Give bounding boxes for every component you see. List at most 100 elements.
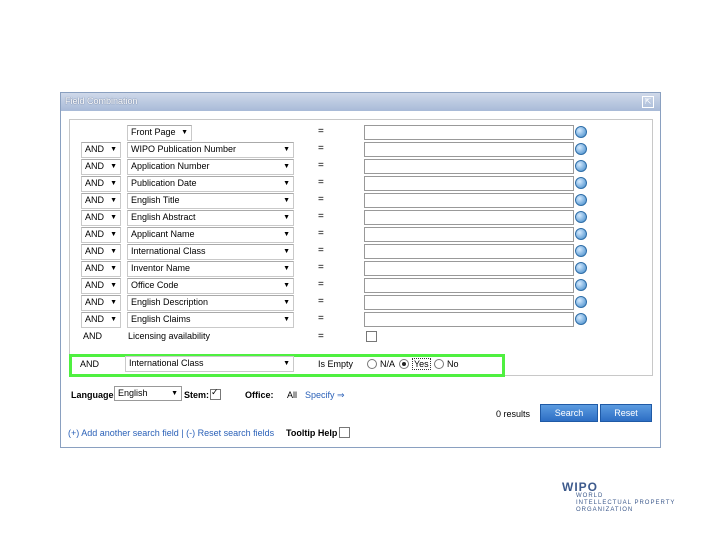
field-select[interactable]: WIPO Publication Number ▼ (127, 142, 294, 158)
help-icon[interactable] (575, 177, 587, 189)
operator-select[interactable]: AND ▼ (81, 261, 121, 277)
language-label: Language (71, 390, 114, 400)
help-icon[interactable] (575, 228, 587, 240)
external-window-icon[interactable]: ⇱ (642, 96, 654, 108)
value-input[interactable] (364, 244, 574, 259)
equals-sign: = (318, 313, 324, 324)
field-select[interactable]: English Abstract ▼ (127, 210, 294, 226)
value-input[interactable] (364, 193, 574, 208)
help-icon[interactable] (575, 313, 587, 325)
help-icon[interactable] (575, 245, 587, 257)
value-input[interactable] (364, 295, 574, 310)
field-select[interactable]: English Title ▼ (127, 193, 294, 209)
stem-checkbox[interactable]: ✓ (210, 387, 221, 400)
help-icon[interactable] (575, 279, 587, 291)
search-button[interactable]: Search (540, 404, 598, 422)
operator-select[interactable]: AND ▼ (81, 142, 121, 158)
field-row: AND ▼ Office Code ▼ = (70, 278, 652, 294)
value-input[interactable] (364, 176, 574, 191)
field-row: AND ▼ Application Number ▼ = (70, 159, 652, 175)
office-value: All (287, 390, 298, 400)
chevron-down-icon: ▼ (283, 146, 290, 153)
chevron-down-icon: ▼ (110, 316, 117, 323)
chevron-down-icon: ▼ (110, 163, 117, 170)
equals-sign: = (318, 194, 324, 205)
stem-label: Stem: (184, 390, 210, 400)
operator-select[interactable]: AND ▼ (81, 176, 121, 192)
highlight-operator: AND (80, 359, 100, 369)
operator-select[interactable]: AND ▼ (81, 159, 121, 175)
chevron-down-icon: ▼ (110, 197, 117, 204)
operator-select[interactable]: AND ▼ (81, 227, 121, 243)
field-select[interactable]: English Claims ▼ (127, 312, 294, 328)
help-icon[interactable] (575, 211, 587, 223)
equals-sign: = (318, 160, 324, 171)
radio-na[interactable] (367, 359, 377, 369)
field-row: AND ▼ WIPO Publication Number ▼ = (70, 142, 652, 158)
field-row: AND ▼ Publication Date ▼ = (70, 176, 652, 192)
language-select[interactable]: English ▼ (114, 386, 182, 401)
operator-select[interactable]: AND ▼ (81, 193, 121, 209)
field-select[interactable]: Application Number ▼ (127, 159, 294, 175)
radio-yes[interactable] (399, 359, 409, 369)
help-icon[interactable] (575, 194, 587, 206)
chevron-down-icon: ▼ (110, 248, 117, 255)
field-select[interactable]: English Description ▼ (127, 295, 294, 311)
wipo-logo-line3: ORGANIZATION (576, 507, 634, 513)
add-reset-fields-links[interactable]: (+) Add another search field | (-) Reset… (68, 428, 274, 438)
tooltip-help-checkbox[interactable] (339, 427, 350, 438)
office-specify-link[interactable]: Specify ⇒ (305, 390, 345, 401)
equals-sign: = (318, 177, 324, 188)
operator-select[interactable]: AND ▼ (81, 244, 121, 260)
value-input[interactable] (364, 142, 574, 157)
results-count: 0 results (496, 409, 531, 419)
value-input[interactable] (364, 210, 574, 225)
licensing-label: Licensing availability (128, 331, 211, 341)
is-empty-label: Is Empty (318, 359, 354, 369)
field-row: AND ▼ English Claims ▼ = (70, 312, 652, 328)
field-select[interactable]: Office Code ▼ (127, 278, 294, 294)
field-row: AND ▼ Applicant Name ▼ = (70, 227, 652, 243)
front-page-value-input[interactable] (364, 125, 574, 140)
radio-no[interactable] (434, 359, 444, 369)
radio-na-label: N/A (380, 359, 396, 369)
equals-sign: = (318, 331, 324, 342)
field-select[interactable]: Inventor Name ▼ (127, 261, 294, 277)
field-select[interactable]: Applicant Name ▼ (127, 227, 294, 243)
front-page-row: Front Page ▼ = (70, 125, 652, 141)
chevron-down-icon: ▼ (283, 214, 290, 221)
operator-select[interactable]: AND ▼ (81, 210, 121, 226)
field-row: AND ▼ Inventor Name ▼ = (70, 261, 652, 277)
licensing-operator: AND (83, 331, 103, 341)
help-icon[interactable] (575, 296, 587, 308)
field-select[interactable]: International Class ▼ (127, 244, 294, 260)
chevron-down-icon: ▼ (181, 129, 188, 136)
field-row: AND ▼ English Description ▼ = (70, 295, 652, 311)
help-icon[interactable] (575, 262, 587, 274)
tooltip-help-label: Tooltip Help (286, 428, 338, 438)
operator-select[interactable]: AND ▼ (81, 278, 121, 294)
panel-title: Field Combination (65, 96, 138, 106)
help-icon[interactable] (575, 143, 587, 155)
value-input[interactable] (364, 227, 574, 242)
chevron-down-icon: ▼ (283, 299, 290, 306)
chevron-down-icon: ▼ (283, 360, 290, 367)
licensing-row: AND Licensing availability = (70, 330, 652, 346)
wipo-logo-line2: INTELLECTUAL PROPERTY (576, 500, 676, 506)
value-input[interactable] (364, 278, 574, 293)
field-select[interactable]: Publication Date ▼ (127, 176, 294, 192)
operator-select[interactable]: AND ▼ (81, 295, 121, 311)
equals-sign: = (318, 126, 324, 137)
licensing-checkbox[interactable] (366, 331, 377, 342)
value-input[interactable] (364, 159, 574, 174)
front-page-select[interactable]: Front Page ▼ (127, 125, 192, 141)
help-icon[interactable] (575, 126, 587, 138)
help-icon[interactable] (575, 160, 587, 172)
value-input[interactable] (364, 261, 574, 276)
highlight-field-select[interactable]: International Class ▼ (125, 356, 294, 372)
reset-button[interactable]: Reset (600, 404, 652, 422)
operator-select[interactable]: AND ▼ (81, 312, 121, 328)
value-input[interactable] (364, 312, 574, 327)
radio-no-label: No (447, 359, 459, 369)
office-label: Office: (245, 390, 274, 400)
